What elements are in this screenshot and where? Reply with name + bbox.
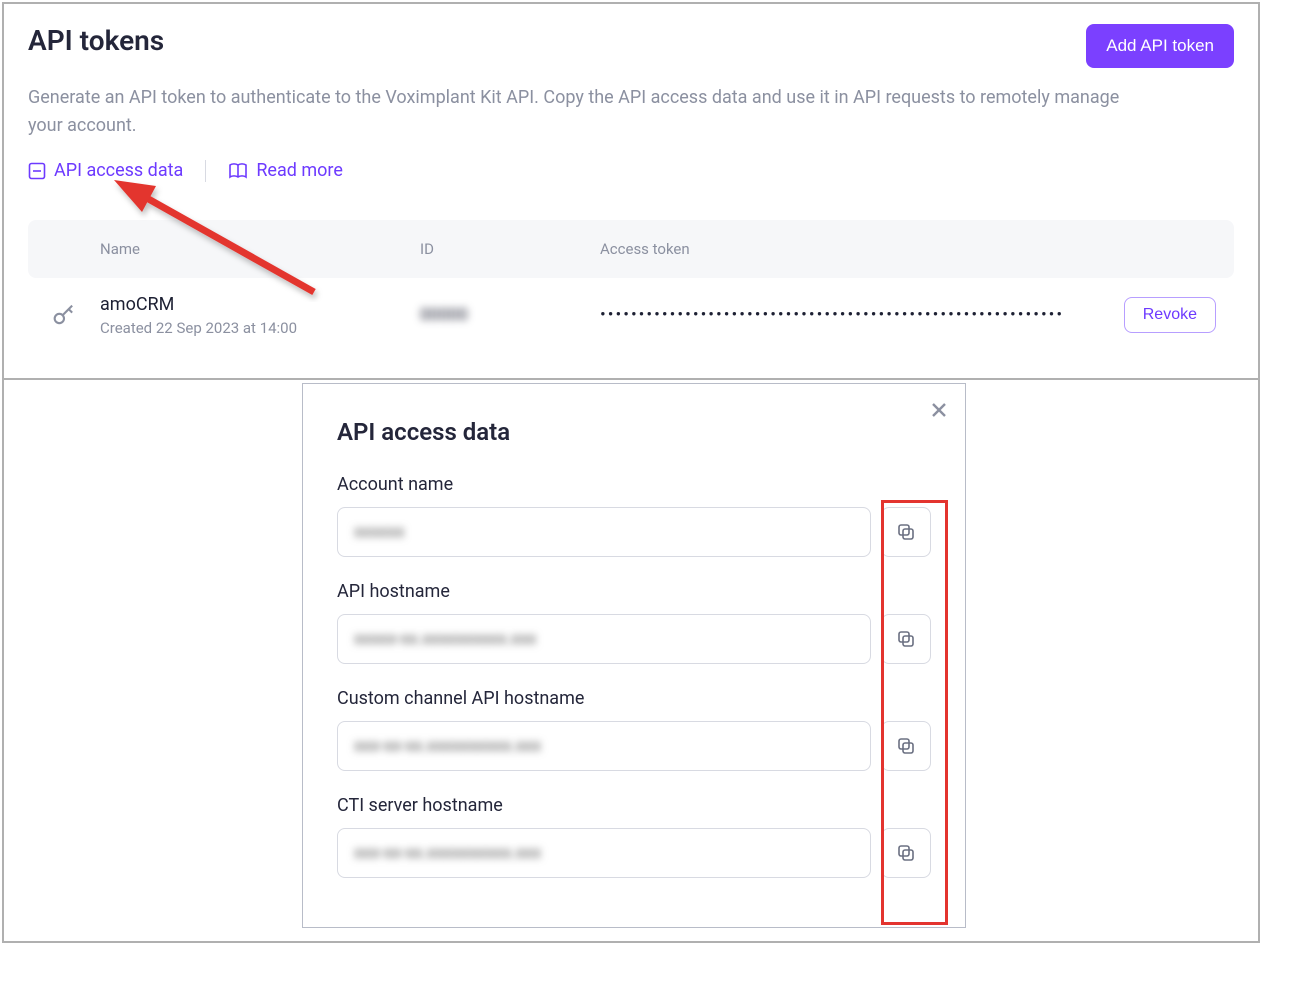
api-hostname-input[interactable]: xxxxx-xx.xxxxxxxxxx.xxx bbox=[337, 614, 871, 664]
field-label: Custom channel API hostname bbox=[337, 688, 931, 709]
api-access-data-link-label: API access data bbox=[54, 160, 183, 181]
add-api-token-button[interactable]: Add API token bbox=[1086, 24, 1234, 68]
copy-cti-hostname-button[interactable] bbox=[881, 828, 931, 878]
copy-icon bbox=[896, 522, 916, 542]
field-label: Account name bbox=[337, 474, 931, 495]
collapse-icon bbox=[28, 162, 46, 180]
field-label: CTI server hostname bbox=[337, 795, 931, 816]
column-token: Access token bbox=[600, 240, 1114, 258]
copy-custom-channel-button[interactable] bbox=[881, 721, 931, 771]
column-id: ID bbox=[420, 240, 600, 258]
api-access-data-link[interactable]: API access data bbox=[28, 160, 183, 181]
copy-icon bbox=[896, 629, 916, 649]
column-name: Name bbox=[100, 240, 420, 258]
token-id: 00000 bbox=[420, 305, 600, 325]
table-row: amoCRM Created 22 Sep 2023 at 14:00 0000… bbox=[28, 278, 1234, 353]
field-api-hostname: API hostname xxxxx-xx.xxxxxxxxxx.xxx bbox=[337, 581, 931, 664]
field-label: API hostname bbox=[337, 581, 931, 602]
header-links: API access data Read more bbox=[28, 160, 1234, 202]
close-icon[interactable] bbox=[931, 400, 947, 422]
token-name: amoCRM bbox=[100, 294, 420, 315]
api-access-data-modal: API access data Account name xxxxxx API … bbox=[302, 383, 966, 928]
field-cti-hostname: CTI server hostname xxx-xx-xx.xxxxxxxxxx… bbox=[337, 795, 931, 878]
read-more-link-label: Read more bbox=[256, 160, 343, 181]
token-mask: ••••••••••••••••••••••••••••••••••••••••… bbox=[600, 305, 1114, 325]
modal-title: API access data bbox=[337, 418, 931, 446]
account-name-input[interactable]: xxxxxx bbox=[337, 507, 871, 557]
copy-api-hostname-button[interactable] bbox=[881, 614, 931, 664]
copy-icon bbox=[896, 843, 916, 863]
api-tokens-panel: API tokens Add API token Generate an API… bbox=[2, 2, 1260, 380]
table-header: Name ID Access token bbox=[28, 220, 1234, 278]
page-description: Generate an API token to authenticate to… bbox=[28, 84, 1128, 140]
field-account-name: Account name xxxxxx bbox=[337, 474, 931, 557]
revoke-button[interactable]: Revoke bbox=[1124, 297, 1216, 333]
copy-icon bbox=[896, 736, 916, 756]
header-area: API tokens Add API token Generate an API… bbox=[4, 4, 1258, 202]
token-created: Created 22 Sep 2023 at 14:00 bbox=[100, 319, 420, 337]
key-icon bbox=[28, 301, 100, 329]
field-custom-channel: Custom channel API hostname xxx-xx-xx.xx… bbox=[337, 688, 931, 771]
page-title: API tokens bbox=[28, 24, 164, 57]
custom-channel-input[interactable]: xxx-xx-xx.xxxxxxxxxx.xxx bbox=[337, 721, 871, 771]
link-divider bbox=[205, 160, 206, 182]
read-more-link[interactable]: Read more bbox=[228, 160, 343, 181]
cti-hostname-input[interactable]: xxx-xx-xx.xxxxxxxxxx.xxx bbox=[337, 828, 871, 878]
book-icon bbox=[228, 162, 248, 180]
copy-account-name-button[interactable] bbox=[881, 507, 931, 557]
tokens-table: Name ID Access token amoCRM Created 22 S… bbox=[28, 220, 1234, 353]
